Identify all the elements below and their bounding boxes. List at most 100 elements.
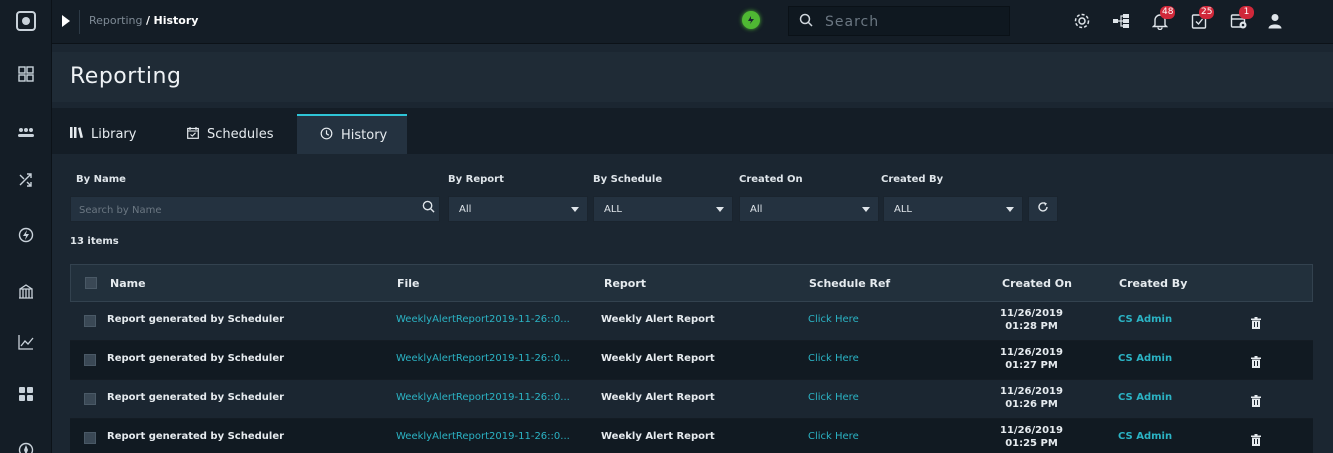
row-checkbox[interactable] — [84, 432, 96, 444]
tab-history-label: History — [341, 127, 388, 143]
cell-schedule-link[interactable]: Click Here — [808, 314, 859, 325]
cell-name: Report generated by Scheduler — [107, 353, 285, 364]
breadcrumb: Reporting / History — [89, 14, 198, 27]
lightning-icon[interactable] — [0, 215, 52, 255]
users-group-icon[interactable] — [0, 113, 52, 153]
calendar-icon — [187, 126, 199, 142]
sidebar-toggle-icon[interactable] — [62, 15, 70, 27]
apps-grid-icon[interactable] — [0, 374, 52, 414]
cell-created-by-link[interactable]: CS Admin — [1118, 392, 1172, 403]
cell-created-by-link[interactable]: CS Admin — [1118, 431, 1172, 442]
breadcrumb-separator: / — [145, 14, 151, 27]
schedules-badge: 1 — [1239, 6, 1254, 19]
cell-file-link[interactable]: WeeklyAlertReport2019-11-26::0... — [396, 431, 570, 442]
row-checkbox[interactable] — [84, 354, 96, 366]
line-chart-icon[interactable] — [0, 322, 52, 362]
table-row[interactable]: Report generated by Scheduler WeeklyAler… — [70, 341, 1313, 380]
trash-icon[interactable] — [1251, 431, 1263, 446]
cell-name: Report generated by Scheduler — [107, 314, 285, 325]
cell-file-link[interactable]: WeeklyAlertReport2019-11-26::0... — [396, 314, 570, 325]
chevron-down-icon — [862, 207, 870, 212]
cell-schedule-link[interactable]: Click Here — [808, 353, 859, 364]
chevron-down-icon — [571, 207, 579, 212]
schedule-select-value: ALL — [604, 204, 622, 215]
network-icon[interactable] — [1110, 10, 1132, 32]
tab-library[interactable]: Library — [70, 114, 136, 154]
cell-schedule-link[interactable]: Click Here — [808, 431, 859, 442]
divider — [79, 10, 80, 34]
cell-created-by-link[interactable]: CS Admin — [1118, 353, 1172, 364]
cell-time: 01:28 PM — [1005, 321, 1058, 332]
col-created-on[interactable]: Created On — [1002, 277, 1072, 290]
schedule-select[interactable]: ALL — [593, 196, 733, 222]
report-select[interactable]: All — [448, 196, 588, 222]
search-input[interactable] — [825, 11, 1005, 33]
app-logo-icon[interactable] — [16, 11, 36, 31]
dashboard-icon[interactable] — [0, 54, 52, 94]
table-row[interactable]: Report generated by Scheduler WeeklyAler… — [70, 380, 1313, 419]
global-search[interactable] — [788, 6, 1010, 36]
breadcrumb-parent[interactable]: Reporting — [89, 14, 142, 27]
select-all-checkbox[interactable] — [85, 277, 97, 289]
trash-icon[interactable] — [1251, 353, 1263, 368]
health-status-icon[interactable] — [742, 11, 760, 29]
col-created-by[interactable]: Created By — [1119, 277, 1187, 290]
col-name[interactable]: Name — [110, 277, 146, 290]
created-by-select[interactable]: ALL — [883, 196, 1023, 222]
cell-created-on: 11/26/2019 01:26 PM — [1000, 385, 1063, 411]
table-row[interactable]: Report generated by Scheduler WeeklyAler… — [70, 302, 1313, 341]
history-icon — [320, 127, 333, 143]
cell-date: 11/26/2019 — [1000, 308, 1063, 319]
chevron-down-icon — [1006, 207, 1014, 212]
cell-created-by-link[interactable]: CS Admin — [1118, 314, 1172, 325]
left-sidebar — [0, 0, 52, 453]
history-content: By Name By Report By Schedule Created On… — [52, 154, 1333, 453]
row-checkbox[interactable] — [84, 315, 96, 327]
table-header: Name File Report Schedule Ref Created On… — [70, 264, 1313, 302]
tab-history[interactable]: History — [297, 114, 407, 154]
search-icon — [799, 13, 813, 31]
filter-label-name: By Name — [76, 174, 126, 185]
library-icon — [70, 127, 83, 141]
gear-icon[interactable] — [1071, 10, 1093, 32]
chevron-down-icon — [716, 207, 724, 212]
name-search-field[interactable] — [70, 196, 440, 222]
calendar-gear-icon[interactable]: 1 — [1228, 6, 1254, 32]
report-select-value: All — [459, 204, 472, 215]
trash-icon[interactable] — [1251, 314, 1263, 329]
row-checkbox[interactable] — [84, 393, 96, 405]
cell-schedule-link[interactable]: Click Here — [808, 392, 859, 403]
user-icon[interactable] — [1264, 10, 1286, 32]
filter-label-report: By Report — [448, 174, 504, 185]
table-row[interactable]: Report generated by Scheduler WeeklyAler… — [70, 419, 1313, 453]
cell-report: Weekly Alert Report — [601, 431, 715, 442]
created-by-select-value: ALL — [894, 204, 912, 215]
cell-date: 11/26/2019 — [1000, 347, 1063, 358]
tab-schedules[interactable]: Schedules — [187, 114, 274, 154]
trash-icon[interactable] — [1251, 392, 1263, 407]
filter-label-schedule: By Schedule — [593, 174, 663, 185]
cell-time: 01:25 PM — [1005, 438, 1058, 449]
shuffle-icon[interactable] — [0, 160, 52, 200]
search-icon[interactable] — [415, 200, 441, 217]
cell-file-link[interactable]: WeeklyAlertReport2019-11-26::0... — [396, 392, 570, 403]
name-search-input[interactable] — [79, 201, 409, 219]
cell-created-on: 11/26/2019 01:28 PM — [1000, 307, 1063, 333]
filter-label-created-by: Created By — [881, 174, 944, 185]
filter-label-created-on: Created On — [739, 174, 803, 185]
tab-schedules-label: Schedules — [207, 126, 274, 142]
building-icon[interactable] — [0, 271, 52, 311]
cell-date: 11/26/2019 — [1000, 386, 1063, 397]
tasks-icon[interactable]: 25 — [1188, 6, 1215, 32]
created-on-select[interactable]: All — [739, 196, 879, 222]
col-schedule-ref[interactable]: Schedule Ref — [809, 277, 890, 290]
refresh-button[interactable] — [1028, 196, 1058, 222]
bell-icon[interactable]: 48 — [1149, 6, 1176, 32]
col-report[interactable]: Report — [604, 277, 646, 290]
page-header: Reporting — [52, 52, 1333, 102]
app-root: Reporting / History 48 25 1 — [0, 0, 1333, 453]
col-file[interactable]: File — [397, 277, 420, 290]
cell-file-link[interactable]: WeeklyAlertReport2019-11-26::0... — [396, 353, 570, 364]
tab-bar: Library Schedules History — [52, 108, 1333, 154]
compass-icon[interactable] — [0, 430, 52, 453]
